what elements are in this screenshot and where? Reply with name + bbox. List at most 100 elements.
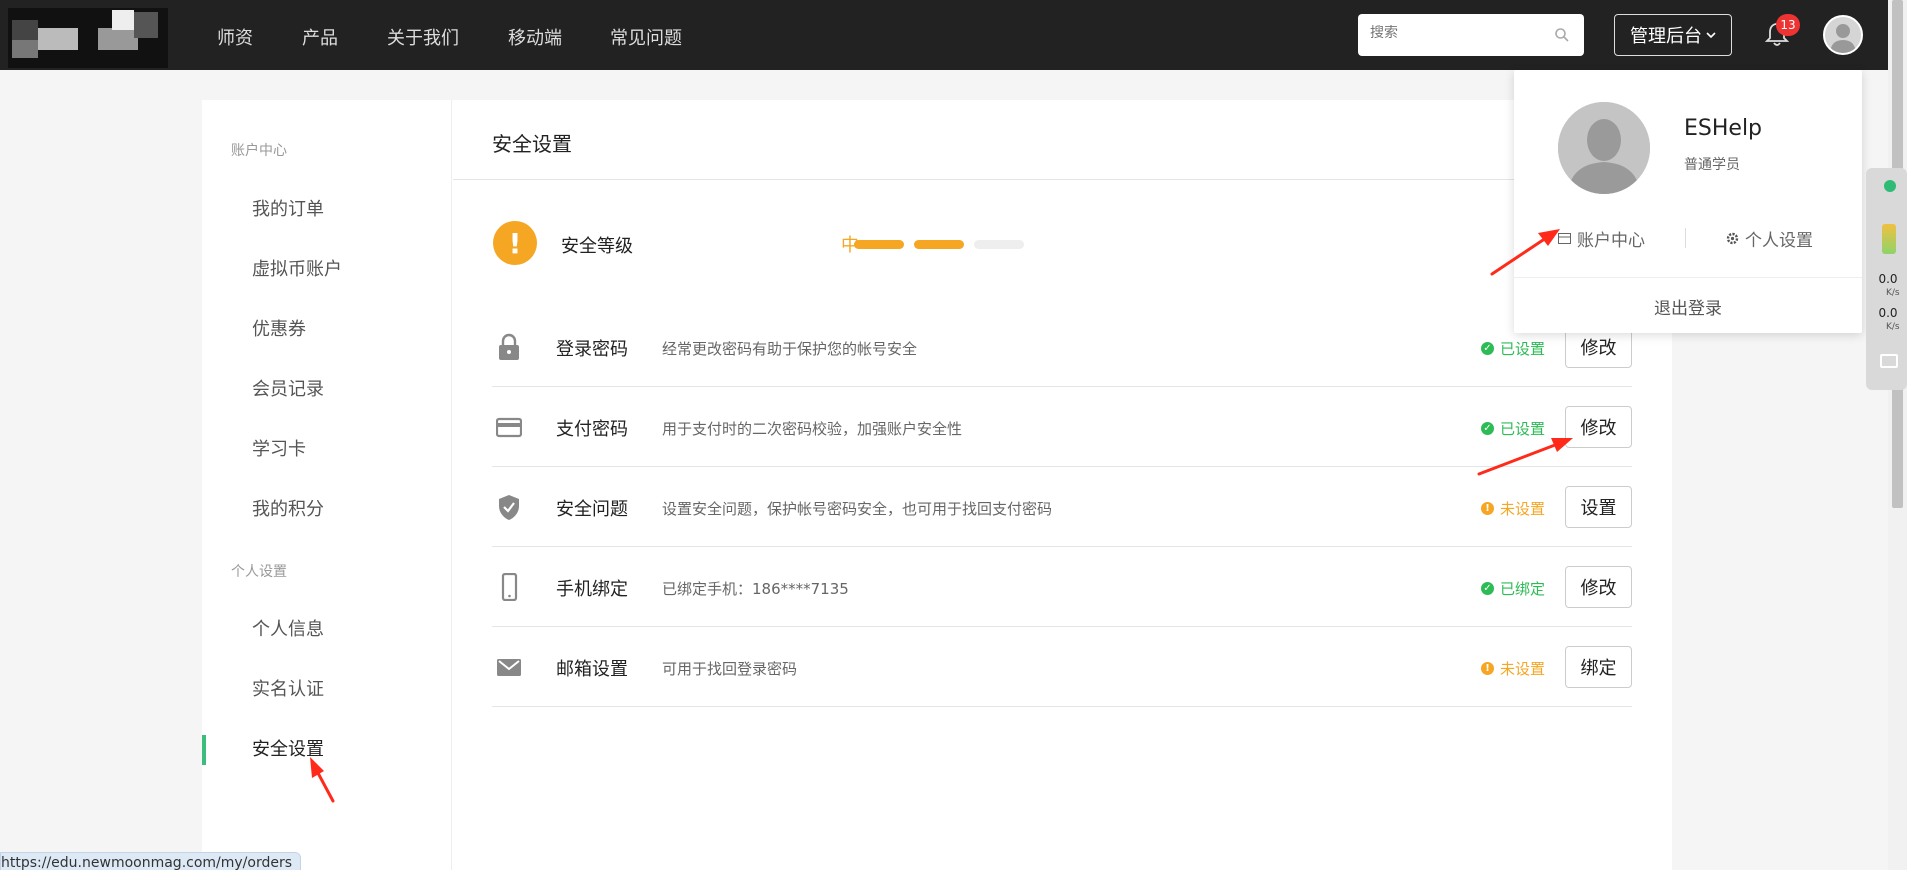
- dropdown-username: ESHelp: [1684, 116, 1763, 141]
- logout-button[interactable]: 退出登录: [1514, 294, 1862, 319]
- sidebar-item-security[interactable]: 安全设置: [252, 735, 324, 761]
- security-item-status: ✓ 已绑定: [1481, 578, 1545, 599]
- sidebar-item-coupons[interactable]: 优惠券: [252, 315, 306, 341]
- security-item-action-button[interactable]: 绑定: [1565, 646, 1632, 688]
- upload-unit: K/s: [1886, 288, 1900, 298]
- sidebar-active-indicator: [202, 735, 206, 765]
- sidebar-item-virtual-coin[interactable]: 虚拟币账户: [252, 255, 342, 281]
- user-avatar-button[interactable]: [1823, 15, 1863, 55]
- sidebar: 账户中心 我的订单 虚拟币账户 优惠券 会员记录 学习卡 我的积分 个人设置 个…: [202, 100, 452, 870]
- top-navbar: 师资 产品 关于我们 移动端 常见问题 管理后台: [0, 0, 1888, 70]
- page-title: 安全设置: [492, 132, 572, 156]
- security-item-action-button[interactable]: 修改: [1565, 406, 1632, 448]
- security-item-status: ✓ 已设置: [1481, 338, 1545, 359]
- security-item-name: 安全问题: [556, 499, 628, 520]
- security-item-name: 登录密码: [556, 339, 628, 360]
- security-item-description: 可用于找回登录密码: [662, 660, 798, 678]
- notification-badge: 13: [1776, 14, 1800, 36]
- security-item-status-text: 未设置: [1500, 500, 1546, 518]
- security-item-name: 邮箱设置: [556, 659, 628, 680]
- divider: [1685, 228, 1686, 248]
- security-level-segment: [854, 240, 904, 249]
- security-item-description: 用于支付时的二次密码校验，加强账户安全性: [662, 420, 963, 438]
- page-scrollbar[interactable]: [1888, 0, 1907, 870]
- chevron-down-icon: [1706, 32, 1716, 39]
- security-item-status-text: 已设置: [1500, 340, 1546, 358]
- security-item-status: ! 未设置: [1481, 658, 1545, 679]
- dropdown-user-role: 普通学员: [1684, 157, 1740, 173]
- network-speed-widget[interactable]: 0.0 K/s 0.0 K/s: [1866, 168, 1907, 390]
- admin-dashboard-label: 管理后台: [1630, 26, 1702, 47]
- security-item-status-text: 已设置: [1500, 420, 1546, 438]
- main-card: 账户中心 我的订单 虚拟币账户 优惠券 会员记录 学习卡 我的积分 个人设置 个…: [202, 100, 1672, 870]
- user-dropdown-menu: ESHelp 普通学员 账户中心 个人设置 退出登录: [1514, 70, 1862, 333]
- site-logo[interactable]: [8, 8, 168, 68]
- sidebar-item-profile[interactable]: 个人信息: [252, 615, 324, 641]
- security-row: 手机绑定 已绑定手机：186****7135 ✓ 已绑定 修改: [492, 547, 1632, 627]
- nav-link-products[interactable]: 产品: [302, 24, 338, 50]
- download-speed: 0.0: [1878, 306, 1898, 320]
- exclamation-circle-icon: !: [1481, 662, 1494, 675]
- sidebar-group-account: 账户中心: [231, 143, 287, 159]
- mail-icon: [496, 653, 522, 681]
- card-icon: [495, 413, 523, 441]
- nav-link-faq[interactable]: 常见问题: [610, 24, 682, 50]
- security-item-name: 手机绑定: [556, 579, 628, 600]
- nav-link-mobile[interactable]: 移动端: [508, 24, 562, 50]
- security-item-name: 支付密码: [556, 419, 628, 440]
- sidebar-group-personal: 个人设置: [231, 564, 287, 580]
- security-settings-panel: 安全设置 ! 安全等级 中 登录密码 经常更改密码有助于保护您的帐号安全 ✓ 已设置修…: [453, 100, 1672, 870]
- sidebar-item-orders[interactable]: 我的订单: [252, 195, 324, 221]
- security-item-status-text: 已绑定: [1500, 580, 1546, 598]
- status-url-bar: https://edu.newmoonmag.com/my/orders: [0, 852, 302, 870]
- gear-icon: [1726, 232, 1739, 245]
- sidebar-item-points[interactable]: 我的积分: [252, 495, 324, 521]
- lock-icon: [496, 333, 522, 361]
- security-item-status: ! 未设置: [1481, 498, 1545, 519]
- security-item-description: 设置安全问题，保护帐号密码安全，也可用于找回支付密码: [662, 500, 1053, 518]
- check-circle-icon: ✓: [1481, 582, 1494, 595]
- personal-settings-label: 个人设置: [1745, 231, 1813, 251]
- security-level-value: 中: [841, 235, 859, 256]
- security-row: 安全问题 设置安全问题，保护帐号密码安全，也可用于找回支付密码! 未设置 设置: [492, 467, 1632, 547]
- download-unit: K/s: [1886, 322, 1900, 332]
- user-avatar-icon: [1825, 17, 1861, 53]
- account-card-icon: [1558, 233, 1571, 244]
- account-center-label: 账户中心: [1577, 231, 1645, 251]
- search-box: [1358, 14, 1584, 56]
- nav-link-about[interactable]: 关于我们: [387, 24, 459, 50]
- search-icon[interactable]: [1554, 27, 1570, 43]
- security-item-action-button[interactable]: 设置: [1565, 486, 1632, 528]
- warning-icon: !: [493, 221, 537, 265]
- security-item-status: ✓ 已设置: [1481, 418, 1545, 439]
- divider: [453, 179, 1672, 180]
- security-row: 支付密码 用于支付时的二次密码校验，加强账户安全性 ✓ 已设置 修改: [492, 387, 1632, 467]
- check-circle-icon: ✓: [1481, 422, 1494, 435]
- security-level-label: 安全等级: [561, 236, 633, 257]
- shield-icon: [496, 493, 522, 521]
- security-level-segment: [974, 240, 1024, 249]
- nav-link-teachers[interactable]: 师资: [217, 24, 253, 50]
- dropdown-personal-settings-link[interactable]: 个人设置: [1726, 226, 1813, 251]
- security-row: 邮箱设置 可用于找回登录密码! 未设置 绑定: [492, 627, 1632, 707]
- security-level-segment: [914, 240, 964, 249]
- security-row: 登录密码 经常更改密码有助于保护您的帐号安全 ✓ 已设置 修改: [492, 307, 1632, 387]
- user-avatar-icon: [1558, 102, 1650, 194]
- dropdown-account-center-link[interactable]: 账户中心: [1558, 226, 1645, 251]
- clipboard-icon: [1880, 354, 1898, 368]
- exclamation-circle-icon: !: [1481, 502, 1494, 515]
- status-dot-icon: [1884, 180, 1896, 192]
- search-input[interactable]: [1370, 25, 1550, 41]
- divider: [1514, 277, 1862, 278]
- sidebar-item-membership[interactable]: 会员记录: [252, 375, 324, 401]
- memory-bar-icon: [1882, 224, 1896, 254]
- security-item-status-text: 未设置: [1500, 660, 1546, 678]
- sidebar-item-verification[interactable]: 实名认证: [252, 675, 324, 701]
- security-item-action-button[interactable]: 修改: [1565, 566, 1632, 608]
- security-item-description: 已绑定手机：186****7135: [662, 580, 849, 598]
- upload-speed: 0.0: [1878, 272, 1898, 286]
- admin-dashboard-button[interactable]: 管理后台: [1614, 14, 1732, 56]
- sidebar-item-study-card[interactable]: 学习卡: [252, 435, 306, 461]
- security-item-description: 经常更改密码有助于保护您的帐号安全: [662, 340, 918, 358]
- check-circle-icon: ✓: [1481, 342, 1494, 355]
